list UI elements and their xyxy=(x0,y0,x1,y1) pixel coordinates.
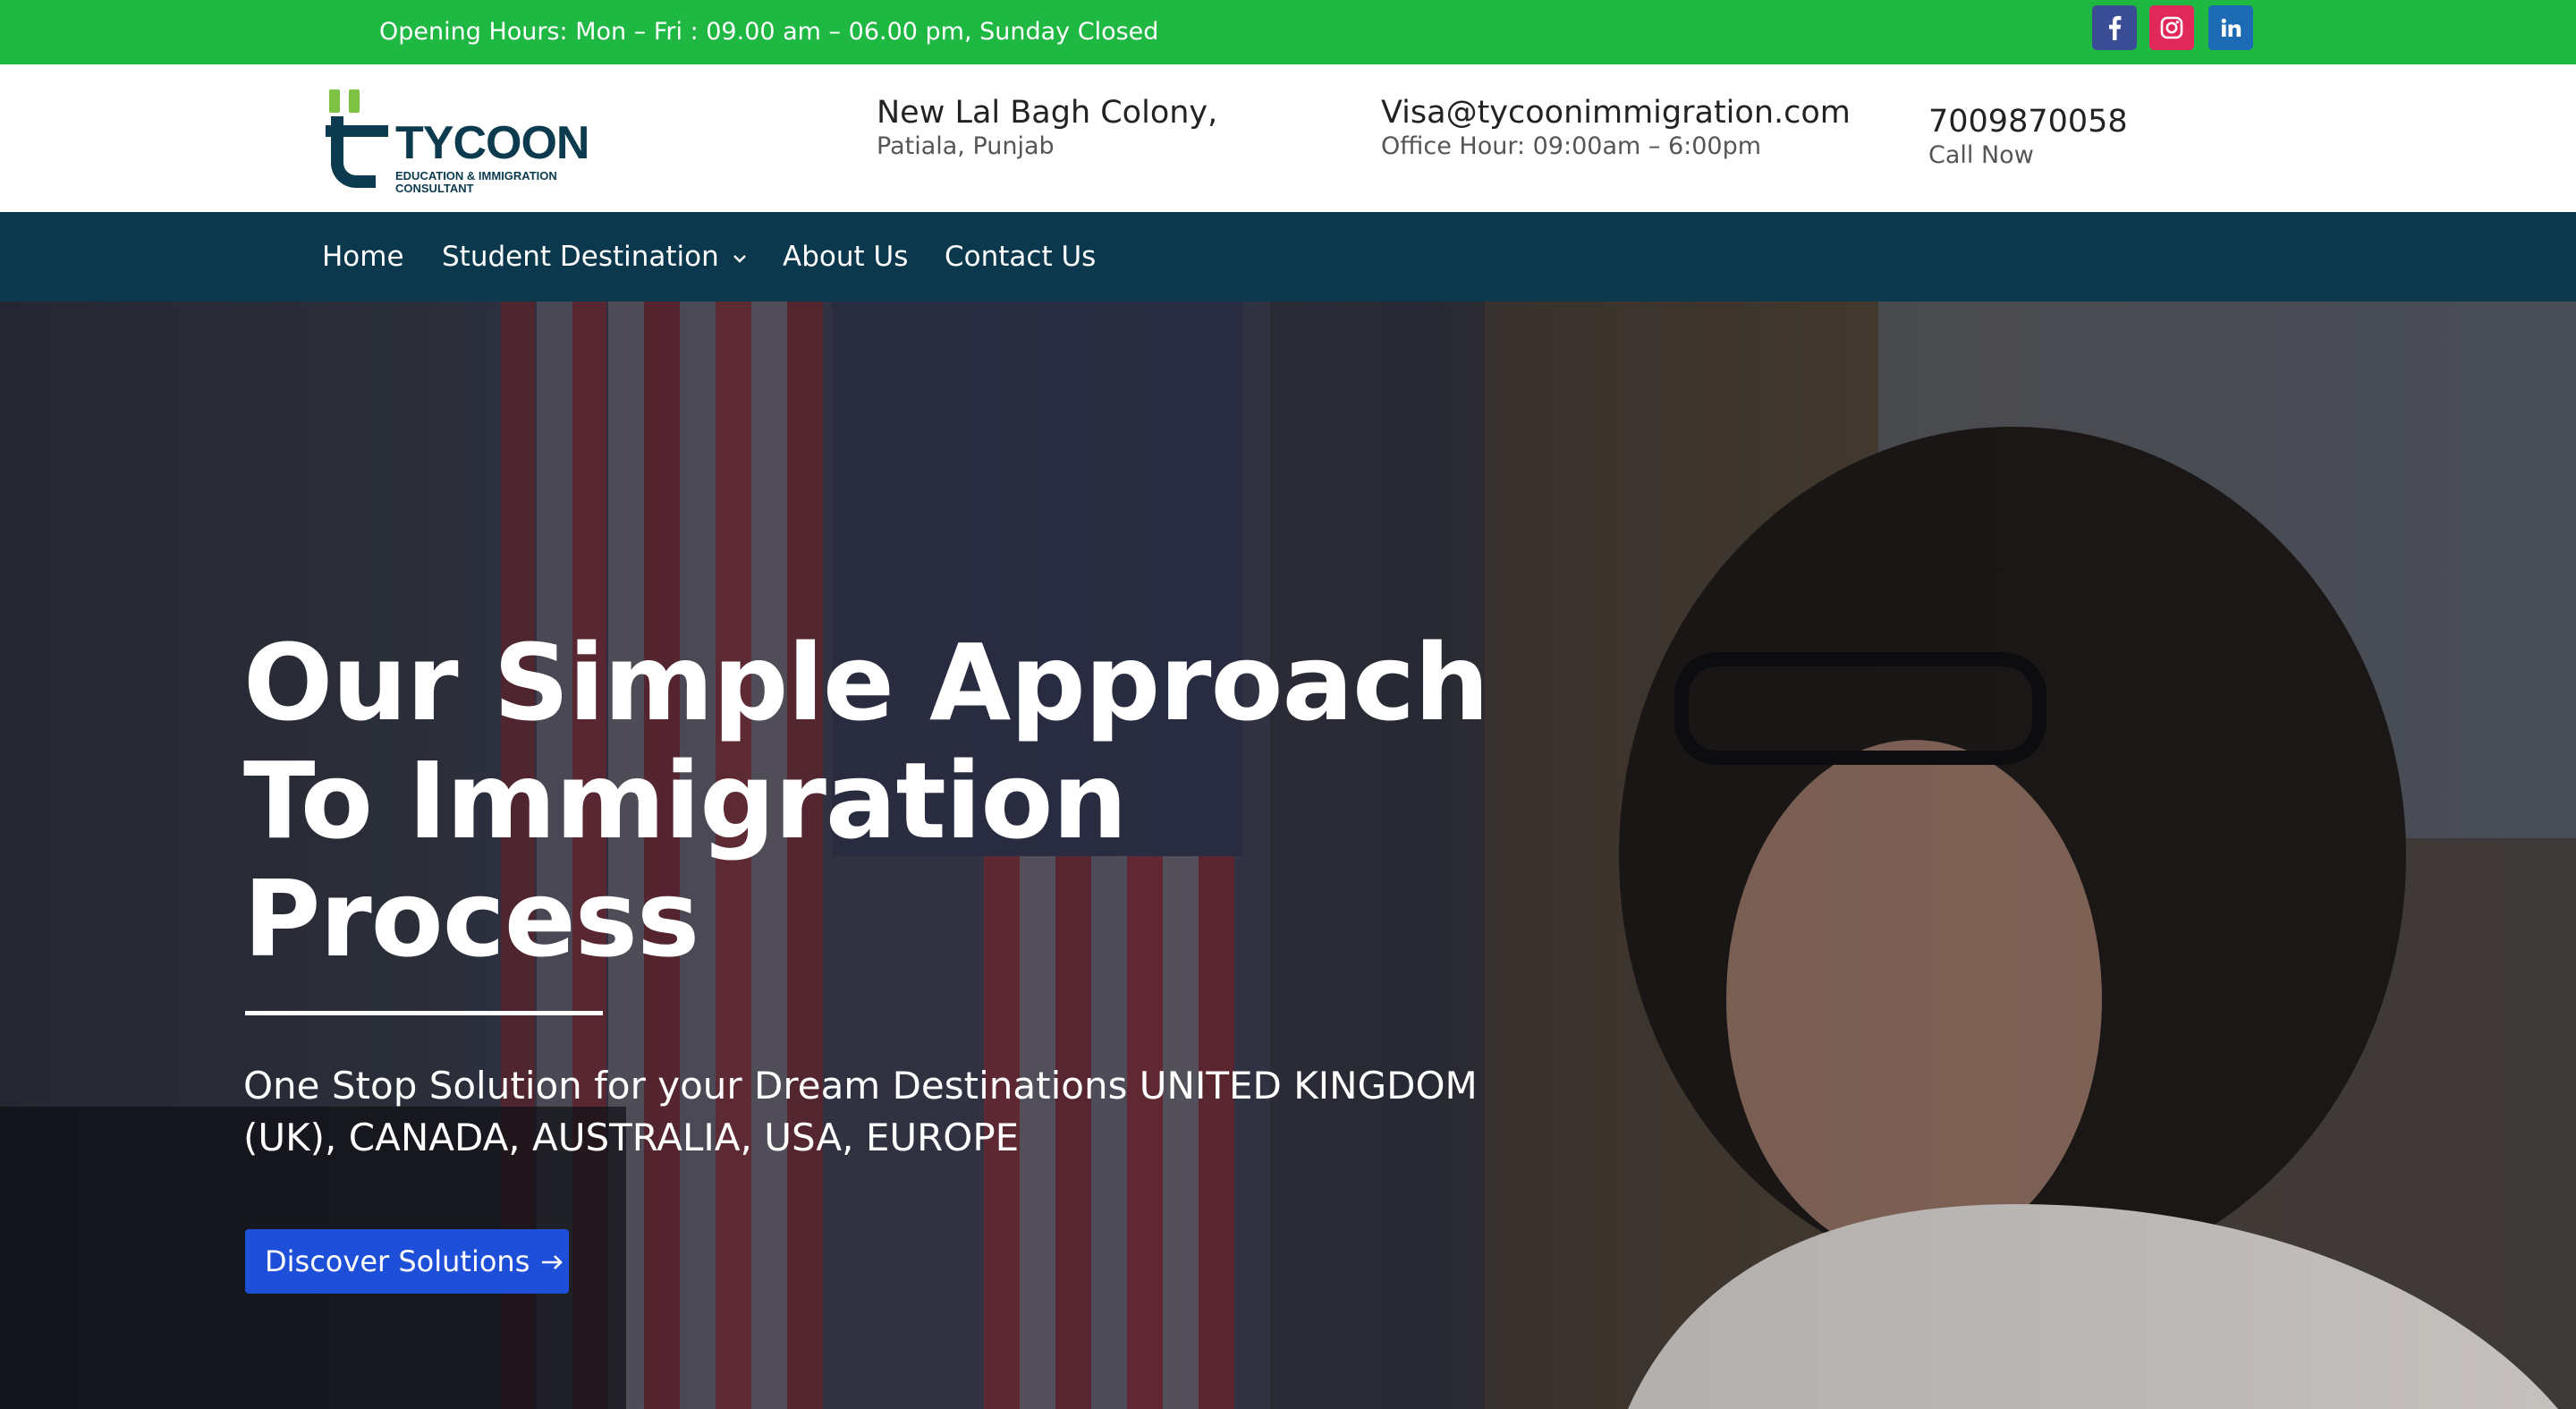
address-line-1: New Lal Bagh Colony, xyxy=(877,95,1218,131)
logo-wordmark: TYCOON xyxy=(395,117,589,169)
email-link[interactable]: Visa@tycoonimmigration.com xyxy=(1381,94,1851,132)
logo-mark-right xyxy=(349,89,360,113)
main-navigation: Home Student Destination About Us Contac… xyxy=(0,212,2576,301)
hero-divider xyxy=(245,1011,603,1015)
logo-mark-left xyxy=(329,89,340,113)
nav-about-us-label: About Us xyxy=(783,241,909,273)
phone-block: 7009870058 Call Now xyxy=(1928,103,2128,171)
nav-home-label: Home xyxy=(322,241,404,273)
discover-solutions-button[interactable]: Discover Solutions xyxy=(245,1229,569,1294)
nav-student-destination[interactable]: Student Destination xyxy=(442,239,748,275)
nav-about-us[interactable]: About Us xyxy=(783,239,908,275)
site-header: TYCOON EDUCATION & IMMIGRATION CONSULTAN… xyxy=(0,64,2576,212)
opening-hours: Opening Hours: Mon – Fri : 09.00 am – 06… xyxy=(379,18,1159,46)
phone-link[interactable]: 7009870058 xyxy=(1928,103,2128,140)
top-bar: Opening Hours: Mon – Fri : 09.00 am – 06… xyxy=(0,0,2576,64)
instagram-icon[interactable] xyxy=(2149,5,2194,50)
email-block: Visa@tycoonimmigration.com Office Hour: … xyxy=(1381,94,1851,162)
hero-section: Our Simple Approach To Immigration Proce… xyxy=(0,301,2576,1409)
nav-contact-us-label: Contact Us xyxy=(945,241,1097,273)
address-line-2: Patiala, Punjab xyxy=(877,132,1055,160)
discover-solutions-label: Discover Solutions xyxy=(265,1244,530,1278)
office-hours: Office Hour: 09:00am – 6:00pm xyxy=(1381,132,1762,160)
linkedin-icon[interactable] xyxy=(2208,5,2253,50)
address-block: New Lal Bagh Colony, Patiala, Punjab xyxy=(877,94,1217,162)
call-now-label: Call Now xyxy=(1928,141,2034,169)
arrow-right-icon xyxy=(542,1255,564,1269)
logo-mark-crossbar xyxy=(326,125,388,137)
hero-headline: Our Simple Approach To Immigration Proce… xyxy=(243,621,1489,980)
tycoon-logo[interactable]: TYCOON EDUCATION & IMMIGRATION CONSULTAN… xyxy=(322,84,589,195)
logo-tagline: EDUCATION & IMMIGRATION CONSULTANT xyxy=(395,169,557,195)
facebook-icon[interactable] xyxy=(2092,5,2137,50)
nav-home[interactable]: Home xyxy=(322,239,404,275)
chevron-down-icon xyxy=(733,254,746,263)
nav-contact-us[interactable]: Contact Us xyxy=(945,239,1096,275)
hero-subtext: One Stop Solution for your Dream Destina… xyxy=(243,1064,1478,1159)
nav-student-destination-label: Student Destination xyxy=(442,241,719,273)
